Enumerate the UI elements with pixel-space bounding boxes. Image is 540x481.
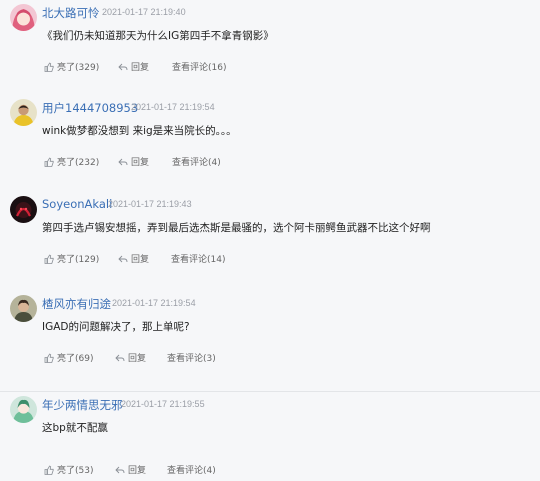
comment-text: wink做梦都没想到 来ig是来当院长的。。。 bbox=[42, 125, 237, 137]
avatar[interactable] bbox=[10, 196, 37, 223]
username[interactable]: 楂风亦有归途 bbox=[42, 296, 111, 312]
username[interactable]: 年少两情思无邪 bbox=[42, 397, 123, 413]
timestamp: 2021-01-17 21:19:40 bbox=[102, 7, 186, 17]
comment-item: 北大路可怜 2021-01-17 21:19:40 《我们仍未知道那天为什么IG… bbox=[0, 0, 540, 101]
thumbs-up-icon bbox=[44, 352, 54, 363]
reply-arrow-icon bbox=[118, 255, 128, 262]
like-button[interactable]: 亮了(69) bbox=[44, 351, 93, 364]
view-comments-link[interactable]: 查看评论(4) bbox=[167, 463, 216, 476]
timestamp: 2021-01-17 21:19:54 bbox=[131, 102, 215, 112]
avatar[interactable] bbox=[10, 99, 37, 126]
timestamp: 2021-01-17 21:19:55 bbox=[121, 399, 205, 409]
like-button[interactable]: 亮了(329) bbox=[44, 60, 99, 73]
like-count: 亮了(53) bbox=[57, 466, 94, 476]
comment-item: 用户1444708953 2021-01-17 21:19:54 wink做梦都… bbox=[0, 95, 540, 196]
reply-label: 回复 bbox=[128, 354, 147, 364]
timestamp: 2021-01-17 21:19:54 bbox=[112, 298, 196, 308]
username[interactable]: 北大路可怜 bbox=[42, 5, 100, 21]
reply-label: 回复 bbox=[131, 63, 150, 73]
reply-button[interactable]: 回复 bbox=[118, 252, 149, 265]
thumbs-up-icon bbox=[44, 156, 54, 167]
thumbs-up-icon bbox=[44, 253, 54, 264]
like-count: 亮了(329) bbox=[57, 63, 100, 73]
username[interactable]: SoyeonAkali bbox=[42, 197, 112, 211]
avatar[interactable] bbox=[10, 396, 37, 423]
reply-arrow-icon bbox=[115, 466, 125, 473]
reply-button[interactable]: 回复 bbox=[118, 60, 149, 73]
thumbs-up-icon bbox=[44, 61, 54, 72]
avatar[interactable] bbox=[10, 295, 37, 322]
reply-arrow-icon bbox=[118, 158, 128, 165]
comment-item: 楂风亦有归途 2021-01-17 21:19:54 IGAD的问题解决了，那上… bbox=[0, 291, 540, 392]
comment-text: IGAD的问题解决了，那上单呢? bbox=[42, 321, 190, 333]
reply-button[interactable]: 回复 bbox=[115, 463, 146, 476]
reply-label: 回复 bbox=[131, 255, 150, 265]
avatar[interactable] bbox=[10, 4, 37, 31]
like-button[interactable]: 亮了(129) bbox=[44, 252, 99, 265]
like-count: 亮了(232) bbox=[57, 158, 100, 168]
like-button[interactable]: 亮了(53) bbox=[44, 463, 93, 476]
comment-list: 北大路可怜 2021-01-17 21:19:40 《我们仍未知道那天为什么IG… bbox=[0, 0, 540, 481]
comment-text: 第四手选卢锡安想摇，弄到最后选杰斯是最骚的，选个阿卡丽鳄鱼武器不比这个好啊 bbox=[42, 222, 431, 234]
comment-item: SoyeonAkali 2021-01-17 21:19:43 第四手选卢锡安想… bbox=[0, 192, 540, 293]
like-count: 亮了(129) bbox=[57, 255, 100, 265]
timestamp: 2021-01-17 21:19:43 bbox=[108, 199, 192, 209]
view-comments-link[interactable]: 查看评论(4) bbox=[172, 155, 221, 168]
reply-arrow-icon bbox=[115, 354, 125, 361]
reply-button[interactable]: 回复 bbox=[115, 351, 146, 364]
view-comments-link[interactable]: 查看评论(3) bbox=[167, 351, 216, 364]
reply-label: 回复 bbox=[131, 158, 150, 168]
reply-button[interactable]: 回复 bbox=[118, 155, 149, 168]
view-comments-link[interactable]: 查看评论(16) bbox=[172, 60, 226, 73]
username[interactable]: 用户1444708953 bbox=[42, 100, 138, 116]
reply-label: 回复 bbox=[128, 466, 147, 476]
like-button[interactable]: 亮了(232) bbox=[44, 155, 99, 168]
like-count: 亮了(69) bbox=[57, 354, 94, 364]
view-comments-link[interactable]: 查看评论(14) bbox=[171, 252, 225, 265]
comment-item: 年少两情思无邪 2021-01-17 21:19:55 这bp就不配赢 亮了(5… bbox=[0, 392, 540, 481]
comment-text: 《我们仍未知道那天为什么IG第四手不拿青钢影》 bbox=[42, 30, 274, 42]
reply-arrow-icon bbox=[118, 63, 128, 70]
thumbs-up-icon bbox=[44, 464, 54, 475]
comment-text: 这bp就不配赢 bbox=[42, 422, 108, 434]
